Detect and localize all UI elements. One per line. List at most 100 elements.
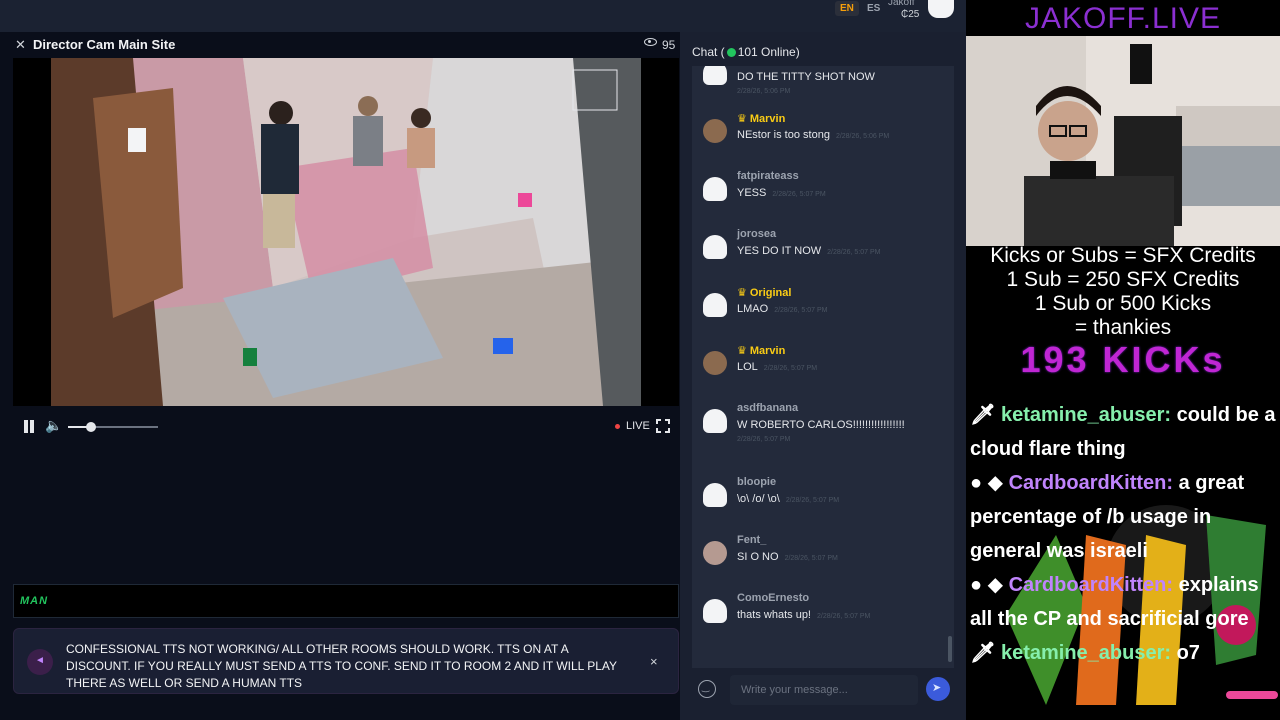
emoji-icon[interactable]	[698, 680, 716, 698]
chat-time: 2/28/26, 5:07 PM	[763, 365, 818, 372]
avatar[interactable]	[703, 599, 727, 623]
avatar[interactable]	[703, 293, 727, 317]
chat-username[interactable]: Fent_	[737, 534, 766, 546]
chat-text-body: LOL	[737, 361, 758, 373]
credits-balance: ₵25	[901, 9, 920, 20]
avatar[interactable]	[703, 235, 727, 259]
chat-username-text: Original	[749, 287, 792, 299]
chat-message: jorosea DO THE TITTY SHOT NOW 2/28/26, 5…	[692, 66, 954, 104]
sword-icon: 🗡	[970, 642, 1001, 664]
avatar[interactable]	[703, 351, 727, 375]
chat-username[interactable]: ComoErnesto	[737, 592, 809, 604]
chat-username[interactable]: jorosea	[737, 228, 776, 240]
chat-username[interactable]: fatpirateass	[737, 170, 799, 182]
chat-message: asdfbanana W ROBERTO CARLOS!!!!!!!!!!!!!…	[692, 396, 954, 470]
chat-text-body: YES DO IT NOW	[737, 245, 822, 257]
chat-message: bloopie \o\ /o/ \o\ 2/28/26, 5:07 PM	[692, 470, 954, 526]
stream-overlay: JAKOFF.LIVE Kicks or Subs = SFX Credits …	[966, 0, 1280, 720]
crown-icon: ♛	[737, 345, 747, 357]
avatar[interactable]	[703, 66, 727, 85]
chat-scrollbar[interactable]	[948, 66, 952, 668]
stream-chat-user: CardboardKitten:	[1008, 472, 1174, 494]
badge-icon: ● ◆	[970, 472, 1009, 494]
avatar[interactable]	[703, 541, 727, 565]
language-es-button[interactable]: ES	[862, 1, 885, 16]
chat-text-body: YESS	[737, 187, 767, 199]
chat-text-body: W ROBERTO CARLOS!!!!!!!!!!!!!!!!!	[737, 419, 905, 431]
app-root: EN ES Jakoff ₵25 ✕ Director Cam Main Sit…	[0, 0, 1280, 720]
camera-feed-image	[13, 58, 679, 406]
tts-input[interactable]: MAN	[13, 584, 679, 618]
stream-chat-overlay: 🗡 ketamine_abuser: could be a cloud flar…	[970, 398, 1276, 670]
avatar[interactable]	[703, 409, 727, 433]
chat-time: 2/28/26, 5:07 PM	[785, 497, 840, 504]
chat-username-text: Marvin	[749, 345, 786, 357]
chat-text: W ROBERTO CARLOS!!!!!!!!!!!!!!!!!	[737, 419, 905, 431]
chat-text-body: thats whats up!	[737, 609, 811, 621]
avatar[interactable]	[703, 483, 727, 507]
top-bar: EN ES Jakoff ₵25	[0, 0, 966, 32]
stream-chat-user: CardboardKitten:	[1008, 574, 1174, 596]
announcement-banner: CONFESSIONAL TTS NOT WORKING/ ALL OTHER …	[13, 628, 679, 694]
sfx-line: 1 Sub = 250 SFX Credits	[1006, 268, 1240, 291]
chat-message: ♛ Marvin LOL 2/28/26, 5:07 PM	[692, 338, 954, 394]
chat-username[interactable]: ♛ Original	[737, 286, 791, 299]
sfx-line: = thankies	[1074, 316, 1172, 339]
online-dot-icon	[726, 48, 736, 57]
chat-username[interactable]: ♛ Marvin	[737, 112, 785, 125]
stream-chat-line: 🗡 ketamine_abuser: could be a cloud flar…	[970, 398, 1276, 466]
live-indicator[interactable]: LIVE	[626, 420, 650, 432]
chat-username[interactable]: ♛ Marvin	[737, 344, 785, 357]
chat-text: NEstor is too stong 2/28/26, 5:06 PM	[737, 129, 889, 141]
chat-message: Fent_ SI O NO 2/28/26, 5:07 PM	[692, 528, 954, 584]
stream-chat-text: o7	[1171, 642, 1200, 664]
viewer-count: 95	[662, 38, 676, 52]
volume-slider[interactable]	[68, 422, 158, 432]
sword-icon: 🗡	[970, 404, 1001, 426]
volume-knob[interactable]	[86, 422, 97, 432]
avatar[interactable]	[703, 177, 727, 201]
stream-title: JAKOFF.LIVE	[1024, 2, 1222, 35]
chat-time: 2/28/26, 5:07 PM	[784, 555, 838, 562]
chat-message: ♛ Original LMAO 2/28/26, 5:07 PM	[692, 280, 954, 336]
chat-text: YESS 2/28/26, 5:07 PM	[737, 187, 826, 199]
tts-input-value: MAN	[20, 595, 49, 607]
fullscreen-icon[interactable]	[656, 419, 670, 433]
stream-chat-user: ketamine_abuser:	[1000, 642, 1172, 664]
chat-message: ♛ Marvin NEstor is too stong 2/28/26, 5:06…	[692, 106, 954, 162]
send-icon[interactable]	[926, 677, 950, 701]
stream-chat-line: ● ◆ CardboardKitten: a great percentage …	[970, 466, 1276, 568]
chat-username[interactable]: bloopie	[737, 476, 776, 488]
chat-time: 2/28/26, 5:06 PM	[835, 133, 890, 140]
crown-icon: ♛	[737, 287, 747, 299]
megaphone-icon	[27, 649, 53, 675]
close-icon[interactable]: ✕	[15, 37, 26, 53]
chat-time: 2/28/26, 5:07 PM	[817, 613, 871, 620]
badge-icon: ● ◆	[970, 574, 1009, 596]
user-avatar[interactable]	[928, 0, 954, 18]
chat-text: DO THE TITTY SHOT NOW	[737, 71, 875, 83]
chat-message-input[interactable]	[730, 675, 918, 705]
avatar[interactable]	[703, 119, 727, 143]
pause-icon[interactable]	[23, 420, 35, 433]
sfx-credits-info: Kicks or Subs = SFX Credits 1 Sub = 250 …	[966, 244, 1280, 340]
chat-text-body: NEstor is too stong	[737, 129, 830, 141]
chat-time: 2/28/26, 5:07 PM	[737, 436, 791, 443]
chat-text-body: DO THE TITTY SHOT NOW	[737, 71, 875, 83]
eye-icon	[644, 38, 657, 46]
chat-message-list[interactable]: jorosea DO THE TITTY SHOT NOW 2/28/26, 5…	[692, 66, 954, 668]
username[interactable]: Jakoff	[888, 0, 915, 8]
chat-text: LMAO 2/28/26, 5:07 PM	[737, 303, 828, 315]
announcement-close-button[interactable]: ×	[650, 654, 658, 669]
chat-username[interactable]: asdfbanana	[737, 402, 798, 414]
chat-text: YES DO IT NOW 2/28/26, 5:07 PM	[737, 245, 880, 257]
kicks-counter: 193 KICKs	[1020, 339, 1226, 380]
chat-username-text: Marvin	[749, 113, 786, 125]
online-count: 101 Online)	[737, 45, 800, 59]
chat-header-label: Chat (	[692, 45, 725, 59]
chat-panel: Chat ( 101 Online) jorosea DO THE TITTY S…	[680, 32, 966, 720]
sfx-line: Kicks or Subs = SFX Credits	[990, 244, 1256, 267]
camera-feed[interactable]	[13, 58, 679, 406]
volume-icon[interactable]: 🔈	[45, 417, 62, 434]
language-en-button[interactable]: EN	[835, 1, 859, 16]
